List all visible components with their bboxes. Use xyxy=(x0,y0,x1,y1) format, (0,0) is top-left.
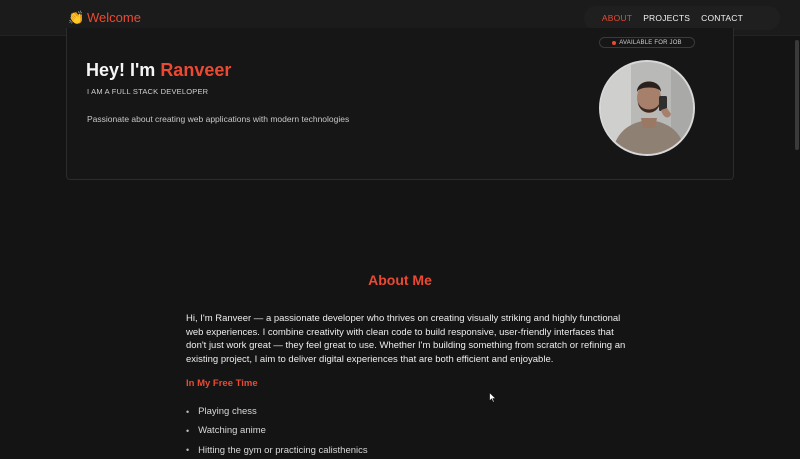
availability-badge: AVAILABLE FOR JOB xyxy=(599,37,695,48)
list-item: Watching anime xyxy=(186,421,368,440)
hobbies-list: Playing chess Watching anime Hitting the… xyxy=(186,402,368,459)
hero-description: Passionate about creating web applicatio… xyxy=(87,114,350,124)
status-dot-icon xyxy=(612,40,617,45)
nav-menu: ABOUT PROJECTS CONTACT xyxy=(584,6,780,30)
hero-role: I AM A FULL STACK DEVELOPER xyxy=(87,87,209,96)
brand-label: Welcome xyxy=(87,10,141,25)
nav-link-projects[interactable]: PROJECTS xyxy=(643,13,690,23)
about-paragraph: Hi, I'm Ranveer — a passionate developer… xyxy=(186,313,626,365)
scrollbar[interactable] xyxy=(795,40,799,150)
nav-link-contact[interactable]: CONTACT xyxy=(701,13,743,23)
hero-greeting: Hey! I'm xyxy=(86,60,161,80)
list-item: Hitting the gym or practicing calistheni… xyxy=(186,441,368,459)
about-heading: About Me xyxy=(368,272,432,288)
clapping-hands-icon: 👏 xyxy=(68,10,85,25)
profile-photo-illustration xyxy=(601,62,693,154)
hero-title: Hey! I'm Ranveer xyxy=(86,60,231,81)
nav-link-about[interactable]: ABOUT xyxy=(602,13,632,23)
list-item: Playing chess xyxy=(186,402,368,421)
hero-name: Ranveer xyxy=(160,60,232,80)
free-time-heading: In My Free Time xyxy=(186,378,258,389)
mouse-cursor-icon xyxy=(489,392,497,403)
brand[interactable]: 👏 Welcome xyxy=(68,10,141,25)
availability-label: AVAILABLE FOR JOB xyxy=(619,39,682,46)
profile-photo xyxy=(599,60,695,156)
